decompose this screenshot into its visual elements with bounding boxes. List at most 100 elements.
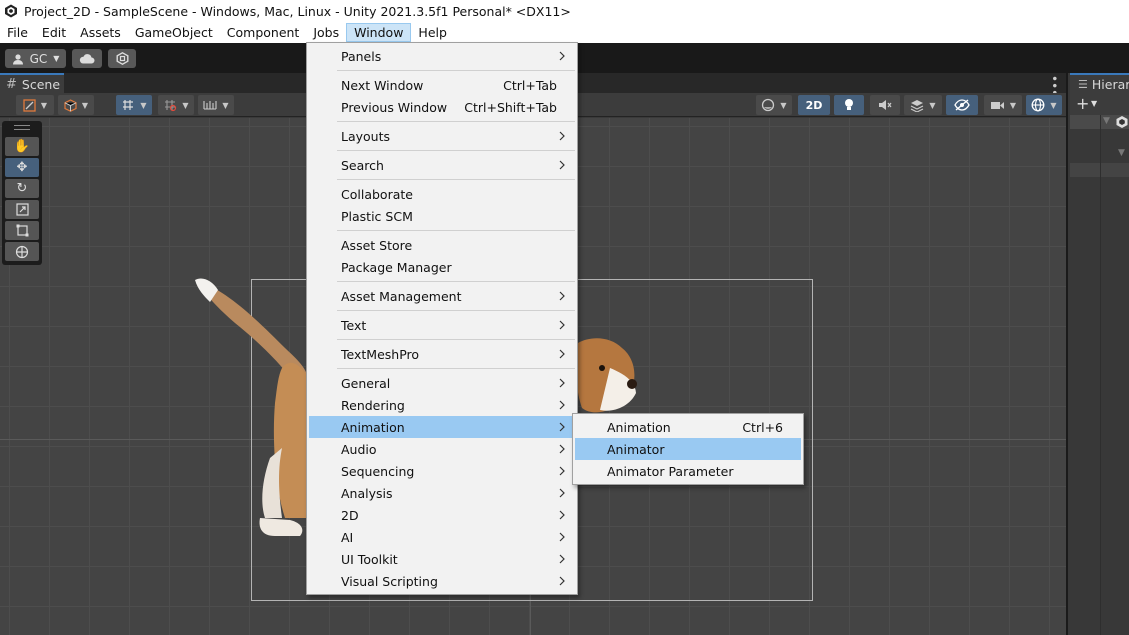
- menu-item-rendering[interactable]: Rendering: [309, 394, 575, 416]
- menu-item-collaborate[interactable]: Collaborate: [309, 183, 575, 205]
- grid-snap-icon: [123, 100, 134, 110]
- menu-item-asset-store[interactable]: Asset Store: [309, 234, 575, 256]
- grid-icon: #: [6, 76, 17, 92]
- menu-item-previous-window[interactable]: Previous Window Ctrl+Shift+Tab: [309, 96, 575, 118]
- menu-separator: [337, 339, 575, 340]
- camera-dropdown[interactable]: ▼: [984, 95, 1022, 115]
- menu-item-plastic-scm[interactable]: Plastic SCM: [309, 205, 575, 227]
- menu-item-ai[interactable]: AI: [309, 526, 575, 548]
- scene-tab[interactable]: # Scene: [0, 73, 64, 93]
- menu-jobs[interactable]: Jobs: [306, 23, 346, 42]
- chevron-right-icon: [559, 466, 565, 476]
- menu-item-2d[interactable]: 2D: [309, 504, 575, 526]
- add-icon[interactable]: +: [1076, 94, 1089, 113]
- menu-file[interactable]: File: [0, 23, 35, 42]
- menu-item-layouts[interactable]: Layouts: [309, 125, 575, 147]
- scale-tool[interactable]: [5, 200, 39, 219]
- menu-separator: [337, 281, 575, 282]
- hand-tool[interactable]: ✋: [5, 137, 39, 156]
- move-icon: ✥: [16, 160, 28, 175]
- menu-separator: [337, 230, 575, 231]
- menu-item-text[interactable]: Text: [309, 314, 575, 336]
- audio-toggle[interactable]: [870, 95, 900, 115]
- menu-item-panels[interactable]: Panels: [309, 45, 575, 67]
- lighting-toggle[interactable]: [834, 95, 864, 115]
- draw-mode-dropdown[interactable]: ▼: [16, 95, 54, 115]
- window-menu: Panels Next Window Ctrl+Tab Previous Win…: [306, 42, 578, 595]
- cloud-icon: [79, 54, 95, 64]
- toggle-2d-button[interactable]: 2D: [798, 95, 830, 115]
- menu-item-sequencing[interactable]: Sequencing: [309, 460, 575, 482]
- chevron-down-icon: ▼: [1009, 100, 1017, 110]
- chevron-right-icon: [559, 320, 565, 330]
- chevron-down-icon: ▼: [182, 100, 189, 110]
- chevron-down-icon: ▼: [140, 100, 147, 110]
- menu-help[interactable]: Help: [411, 23, 454, 42]
- chevron-right-icon: [559, 51, 565, 61]
- shading-dropdown[interactable]: ▼: [58, 95, 94, 115]
- menu-item-audio[interactable]: Audio: [309, 438, 575, 460]
- menu-component[interactable]: Component: [220, 23, 307, 42]
- drag-handle[interactable]: [14, 125, 30, 130]
- transform-icon: [15, 245, 29, 258]
- chevron-right-icon: [559, 131, 565, 141]
- hierarchy-toolbar: + ▼: [1070, 93, 1129, 115]
- transform-tools: ✋ ✥ ↻: [2, 121, 42, 265]
- scale-icon: [15, 203, 29, 216]
- menu-edit[interactable]: Edit: [35, 23, 73, 42]
- menu-item-next-window[interactable]: Next Window Ctrl+Tab: [309, 74, 575, 96]
- rotate-tool[interactable]: ↻: [5, 179, 39, 198]
- menu-separator: [337, 368, 575, 369]
- collab-button[interactable]: [108, 49, 136, 68]
- light-bulb-icon: [845, 99, 853, 110]
- increment-snap-dropdown[interactable]: ▼: [158, 95, 194, 115]
- eye-slash-icon: [954, 99, 970, 111]
- transform-tool[interactable]: [5, 242, 39, 261]
- unity-logo-icon: [5, 4, 17, 18]
- menu-item-analysis[interactable]: Analysis: [309, 482, 575, 504]
- render-mode-dropdown[interactable]: ▼: [756, 95, 792, 115]
- gizmos-dropdown[interactable]: ▼: [1026, 95, 1062, 115]
- menu-gameobject[interactable]: GameObject: [128, 23, 220, 42]
- menu-item-ui-toolkit[interactable]: UI Toolkit: [309, 548, 575, 570]
- hierarchy-tab-label: Hierarchy: [1091, 76, 1129, 92]
- menu-bar: File Edit Assets GameObject Component Jo…: [0, 22, 1129, 43]
- unity-scene-icon: [1116, 116, 1128, 128]
- cloud-button[interactable]: [72, 49, 102, 68]
- submenu-item-animator[interactable]: Animator: [575, 438, 801, 460]
- chevron-right-icon: [559, 444, 565, 454]
- hierarchy-tab[interactable]: ☰ Hierarchy: [1070, 73, 1129, 93]
- chevron-down-icon[interactable]: ▼: [1091, 99, 1097, 108]
- globe-icon: [1031, 98, 1045, 112]
- account-icon: [12, 53, 23, 64]
- move-tool[interactable]: ✥: [5, 158, 39, 177]
- account-button[interactable]: GC ▼: [5, 49, 66, 68]
- layers-icon: [911, 99, 924, 112]
- submenu-item-animation[interactable]: Animation Ctrl+6: [575, 416, 801, 438]
- menu-item-visual-scripting[interactable]: Visual Scripting: [309, 570, 575, 592]
- menu-item-textmeshpro[interactable]: TextMeshPro: [309, 343, 575, 365]
- scene-tab-label: Scene: [21, 76, 61, 92]
- menu-item-general[interactable]: General: [309, 372, 575, 394]
- effects-dropdown[interactable]: ▼: [904, 95, 942, 115]
- chevron-right-icon: [559, 422, 565, 432]
- menu-item-asset-management[interactable]: Asset Management: [309, 285, 575, 307]
- menu-item-search[interactable]: Search: [309, 154, 575, 176]
- menu-separator: [337, 121, 575, 122]
- ruler-dropdown[interactable]: ▼: [198, 95, 234, 115]
- chevron-down-icon: ▼: [81, 100, 89, 110]
- submenu-item-animator-parameter[interactable]: Animator Parameter: [575, 460, 801, 482]
- window-title: Project_2D - SampleScene - Windows, Mac,…: [24, 3, 571, 19]
- expand-arrow-icon[interactable]: ▼: [1118, 148, 1125, 158]
- hidden-objects-toggle[interactable]: [946, 95, 978, 115]
- animation-submenu: Animation Ctrl+6 Animator Animator Param…: [572, 413, 804, 485]
- menu-window[interactable]: Window: [346, 23, 412, 42]
- menu-item-animation[interactable]: Animation: [309, 416, 575, 438]
- expand-arrow-icon: ▼: [1103, 116, 1110, 126]
- rect-tool[interactable]: [5, 221, 39, 240]
- menu-separator: [337, 70, 575, 71]
- menu-assets[interactable]: Assets: [73, 23, 128, 42]
- shortcut-label: Ctrl+Shift+Tab: [464, 99, 557, 115]
- grid-snapping-dropdown[interactable]: ▼: [116, 95, 152, 115]
- menu-item-package-manager[interactable]: Package Manager: [309, 256, 575, 278]
